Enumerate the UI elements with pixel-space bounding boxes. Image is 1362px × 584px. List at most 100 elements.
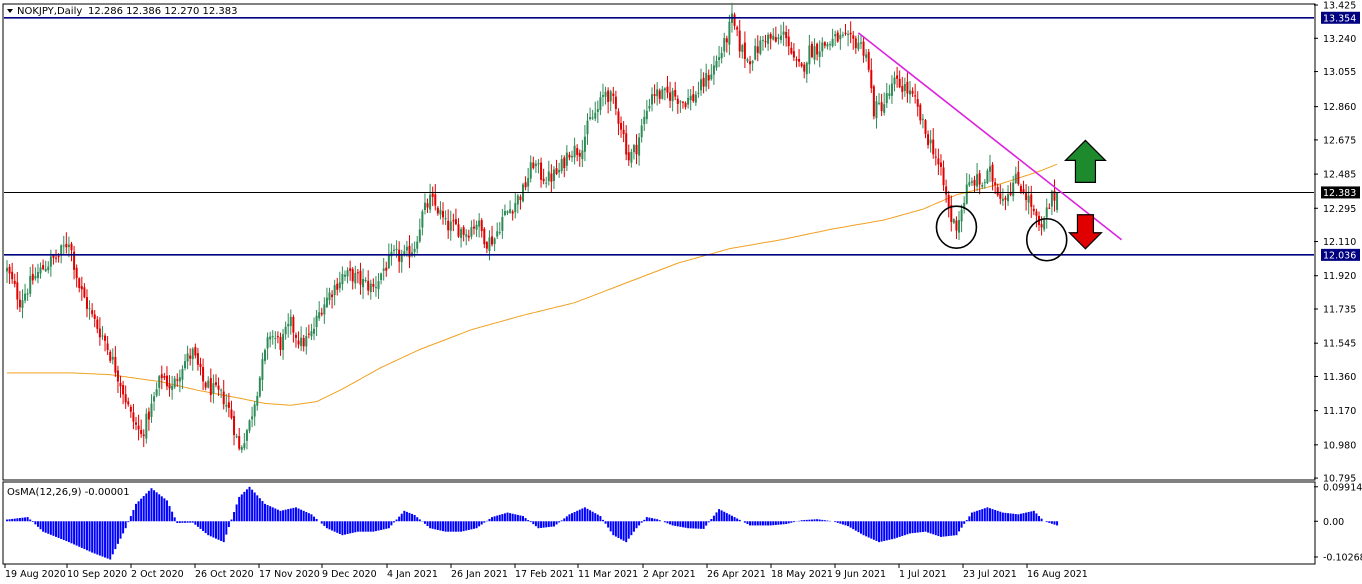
candle-body <box>604 91 607 97</box>
candle-body <box>937 158 940 165</box>
time-axis[interactable]: 19 Aug 2020 10 Sep 2020 2 Oct 2020 26 Oct 2… <box>4 564 1088 580</box>
price-axis[interactable]: 13.425 13.240 13.055 12.860 12.675 12.485 12.2… <box>1314 1 1356 485</box>
candle-body <box>109 351 112 361</box>
candle-body <box>689 95 692 101</box>
candle-body <box>150 403 153 417</box>
candle-body <box>777 37 780 40</box>
candle-body <box>612 93 615 96</box>
candle-body <box>617 111 620 124</box>
candle-body <box>336 283 339 290</box>
candle-body <box>705 73 708 87</box>
candle-body <box>767 34 770 44</box>
candle-body <box>52 255 55 258</box>
indicator-tick-label: 0.09914 <box>1323 482 1362 493</box>
price-tick-label: 12.295 <box>1323 204 1356 215</box>
candle-body <box>529 162 532 179</box>
candle-body <box>145 413 148 439</box>
price-tick-label: 12.485 <box>1323 170 1356 181</box>
candle-body <box>436 207 439 214</box>
candle-body <box>91 310 94 315</box>
candle-body <box>798 59 801 62</box>
candle-body <box>872 86 875 117</box>
price-tick-label: 10.980 <box>1323 440 1356 451</box>
candle-body <box>248 420 251 431</box>
candle-body <box>844 32 847 34</box>
candle-body <box>49 256 52 267</box>
candle-body <box>945 186 948 195</box>
candle-body <box>764 41 767 43</box>
candle-body <box>320 312 323 315</box>
candle-body <box>671 90 674 102</box>
candle-body <box>11 271 14 280</box>
candle-body <box>124 394 127 403</box>
indicator-tick-label: 0.00 <box>1323 517 1344 528</box>
candle-body <box>901 86 904 92</box>
candle-body <box>356 272 359 274</box>
candle-body <box>632 145 635 153</box>
candle-body <box>372 284 375 287</box>
candle-body <box>258 377 261 397</box>
candle-body <box>805 62 808 75</box>
candle-body <box>852 35 855 39</box>
candle-body <box>142 434 145 437</box>
candle-body <box>674 89 677 97</box>
candle-body <box>8 266 11 274</box>
candle-body <box>367 280 370 291</box>
time-tick-label: 26 Jan 2021 <box>451 569 508 580</box>
candle-body <box>669 92 672 101</box>
candle-body <box>700 79 703 91</box>
candle-body <box>870 69 873 89</box>
candle-body <box>1017 171 1020 185</box>
candle-body <box>878 102 881 104</box>
price-chart[interactable]: 13.354 12.383 12.036 13.425 13.240 13.055 12.… <box>0 0 1362 584</box>
candle-body <box>132 412 135 422</box>
candle-body <box>434 194 437 206</box>
candle-body <box>849 32 852 35</box>
candle-body <box>42 265 45 270</box>
candle-body <box>756 46 759 53</box>
candle-body <box>890 83 893 96</box>
candle-body <box>333 285 336 295</box>
candle-body <box>537 163 540 165</box>
candle-body <box>155 389 158 396</box>
candle-body <box>331 294 334 298</box>
candle-body <box>292 316 295 333</box>
candle-body <box>44 268 47 272</box>
candle-body <box>1019 186 1022 192</box>
candle-body <box>163 376 166 378</box>
candle-body <box>630 151 633 163</box>
candle-body <box>524 182 527 188</box>
candle-body <box>947 195 950 208</box>
candle-body <box>534 163 537 167</box>
candle-body <box>426 203 429 208</box>
candle <box>867 48 870 73</box>
price-tick-label: 11.170 <box>1323 406 1356 417</box>
candle-body <box>552 169 555 181</box>
candle-body <box>800 63 803 67</box>
candle-body <box>493 238 496 244</box>
candle-body <box>349 268 352 271</box>
candle-body <box>393 249 395 251</box>
candle-body <box>733 14 736 26</box>
candle-body <box>276 336 279 338</box>
candle-body <box>307 333 310 335</box>
candle-body <box>865 54 868 58</box>
candle-body <box>795 59 798 61</box>
candle-body <box>576 148 579 155</box>
candle-body <box>594 112 597 119</box>
candle-body <box>127 401 130 405</box>
candle-body <box>227 402 230 408</box>
price-tick-label: 12.860 <box>1323 102 1356 113</box>
candle-body <box>403 251 406 254</box>
candle-body <box>658 90 661 99</box>
candle-body <box>457 224 460 237</box>
candle-body <box>18 299 21 308</box>
price-label-support: 12.036 <box>1323 250 1356 261</box>
candle-body <box>475 224 478 230</box>
candle-body <box>96 319 99 329</box>
candle-body <box>687 97 690 105</box>
candle-body <box>16 282 19 300</box>
candle-body <box>80 286 83 290</box>
candle-body <box>816 43 819 55</box>
candle-body <box>720 52 723 59</box>
